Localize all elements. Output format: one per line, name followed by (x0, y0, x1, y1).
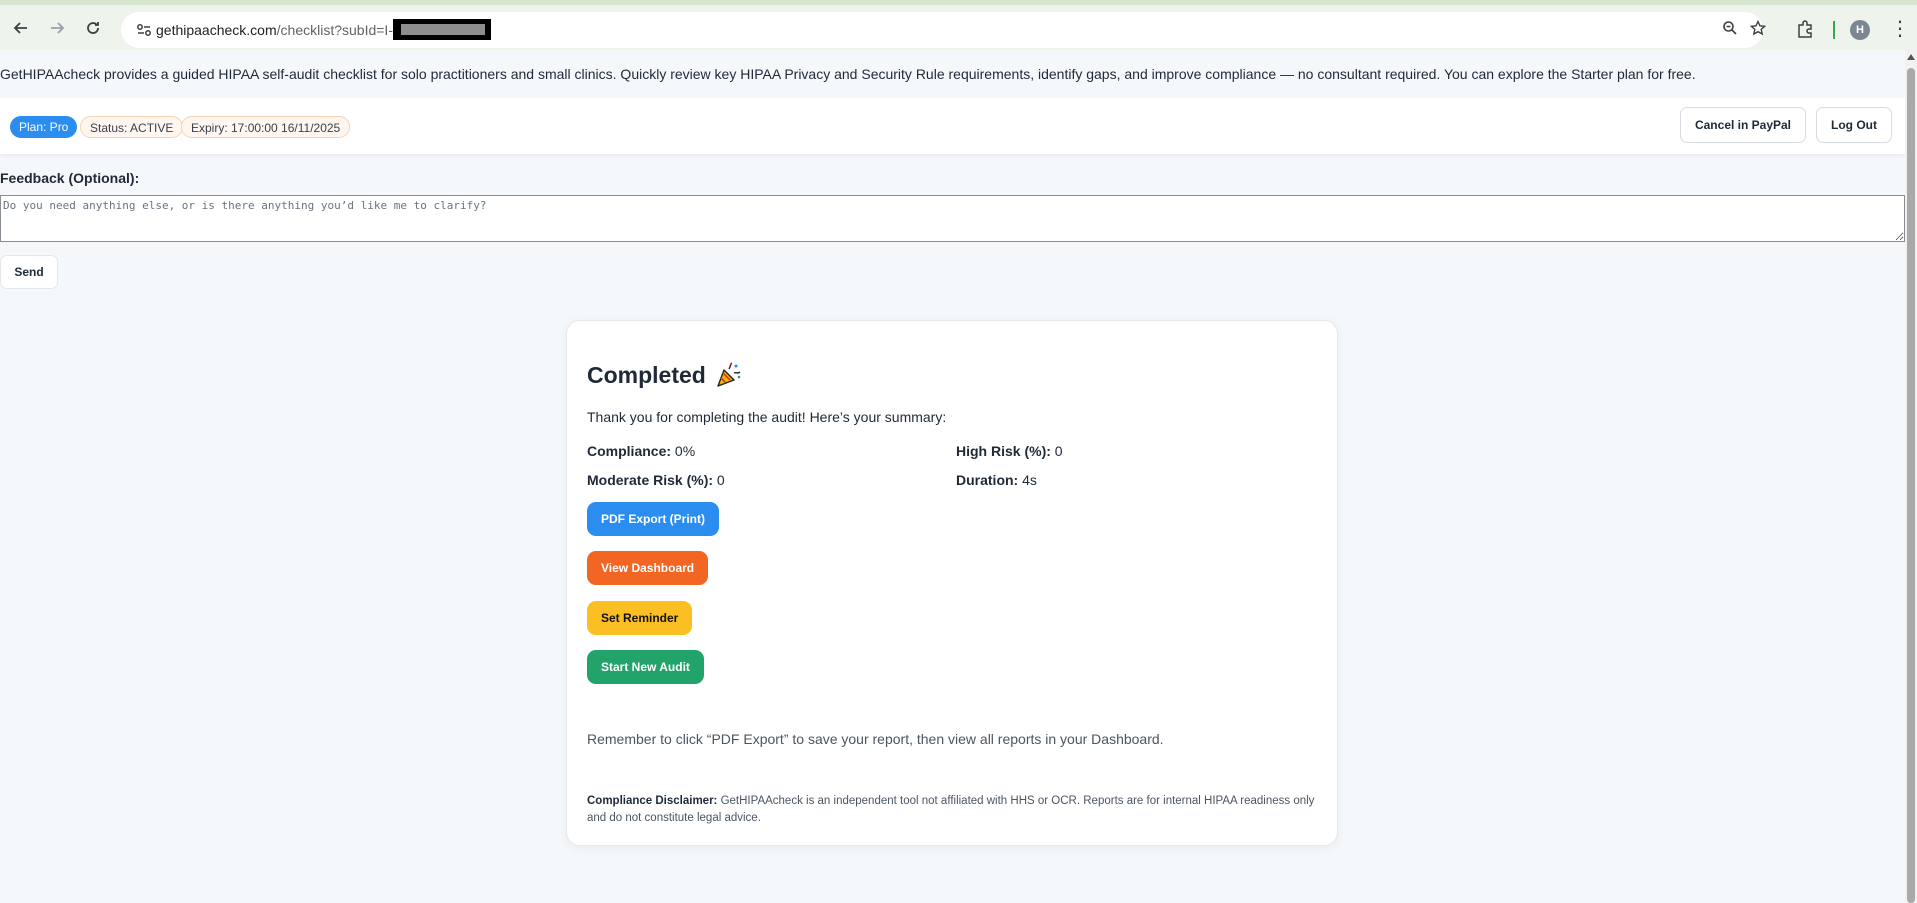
browser-toolbar: gethipaacheck.com/checklist?subId=I- H ⋮ (0, 0, 1917, 50)
summary-subtitle: Thank you for completing the audit! Here… (587, 409, 947, 425)
url-text[interactable]: gethipaacheck.com/checklist?subId=I- (156, 12, 491, 48)
feedback-textarea[interactable] (0, 195, 1905, 242)
profile-avatar[interactable]: H (1850, 20, 1870, 40)
expiry-badge: Expiry: 17:00:00 16/11/2025 (181, 116, 351, 138)
plan-badge: Plan: Pro (10, 116, 78, 138)
pdf-export-button[interactable]: PDF Export (Print) (587, 502, 719, 536)
redacted-block (392, 19, 491, 41)
site-settings-icon[interactable] (135, 21, 153, 39)
browser-menu-icon[interactable]: ⋮ (1890, 17, 1910, 43)
party-popper-icon (717, 362, 741, 387)
compliance-value: 0% (674, 443, 696, 459)
moderate-risk-stat: Moderate Risk (%): 0 (587, 472, 725, 488)
set-reminder-button[interactable]: Set Reminder (587, 601, 693, 635)
duration-label: Duration: (956, 472, 1019, 488)
address-bar[interactable]: gethipaacheck.com/checklist?subId=I- (121, 12, 1767, 48)
reload-icon[interactable] (79, 14, 107, 42)
send-button[interactable]: Send (0, 255, 58, 289)
summary-title-text: Completed (587, 361, 706, 388)
bookmark-star-icon[interactable] (1747, 19, 1769, 40)
forward-icon[interactable] (43, 14, 71, 42)
scroll-up-arrow[interactable] (1907, 54, 1915, 60)
summary-title: Completed (587, 361, 742, 389)
disclaimer-label: Compliance Disclaimer: (587, 795, 718, 807)
summary-card: Completed Thank you for completing the a… (566, 320, 1338, 846)
high-risk-label: High Risk (%): (956, 443, 1051, 459)
intro-text: GetHIPAAcheck provides a guided HIPAA se… (0, 66, 1696, 82)
page-scrollbar[interactable] (1905, 50, 1917, 903)
compliance-label: Compliance: (587, 443, 672, 459)
toolbar-divider (1833, 21, 1835, 39)
extensions-icon[interactable] (1795, 19, 1815, 39)
duration-value: 4s (1022, 472, 1037, 488)
compliance-stat: Compliance: 0% (587, 443, 695, 459)
duration-stat: Duration: 4s (956, 472, 1037, 488)
url-host: gethipaacheck.com (156, 22, 277, 38)
back-icon[interactable] (7, 14, 35, 42)
url-path: /checklist?subId=I- (276, 22, 393, 38)
view-dashboard-button[interactable]: View Dashboard (587, 551, 709, 585)
status-badge: Status: ACTIVE (80, 116, 184, 138)
start-new-audit-button[interactable]: Start New Audit (587, 650, 704, 684)
zoom-icon[interactable] (1719, 20, 1741, 40)
compliance-disclaimer: Compliance Disclaimer: GetHIPAAcheck is … (587, 793, 1317, 827)
scroll-thumb[interactable] (1907, 68, 1915, 903)
high-risk-stat: High Risk (%): 0 (956, 443, 1063, 459)
plan-bar: Plan: Pro Status: ACTIVE Expiry: 17:00:0… (0, 98, 1905, 154)
logout-button[interactable]: Log Out (1816, 107, 1892, 143)
moderate-risk-value: 0 (716, 472, 725, 488)
remember-note: Remember to click “PDF Export” to save y… (587, 731, 1164, 747)
feedback-label: Feedback (Optional): (0, 170, 140, 186)
cancel-paypal-button[interactable]: Cancel in PayPal (1680, 107, 1806, 143)
high-risk-value: 0 (1054, 443, 1063, 459)
moderate-risk-label: Moderate Risk (%): (587, 472, 714, 488)
